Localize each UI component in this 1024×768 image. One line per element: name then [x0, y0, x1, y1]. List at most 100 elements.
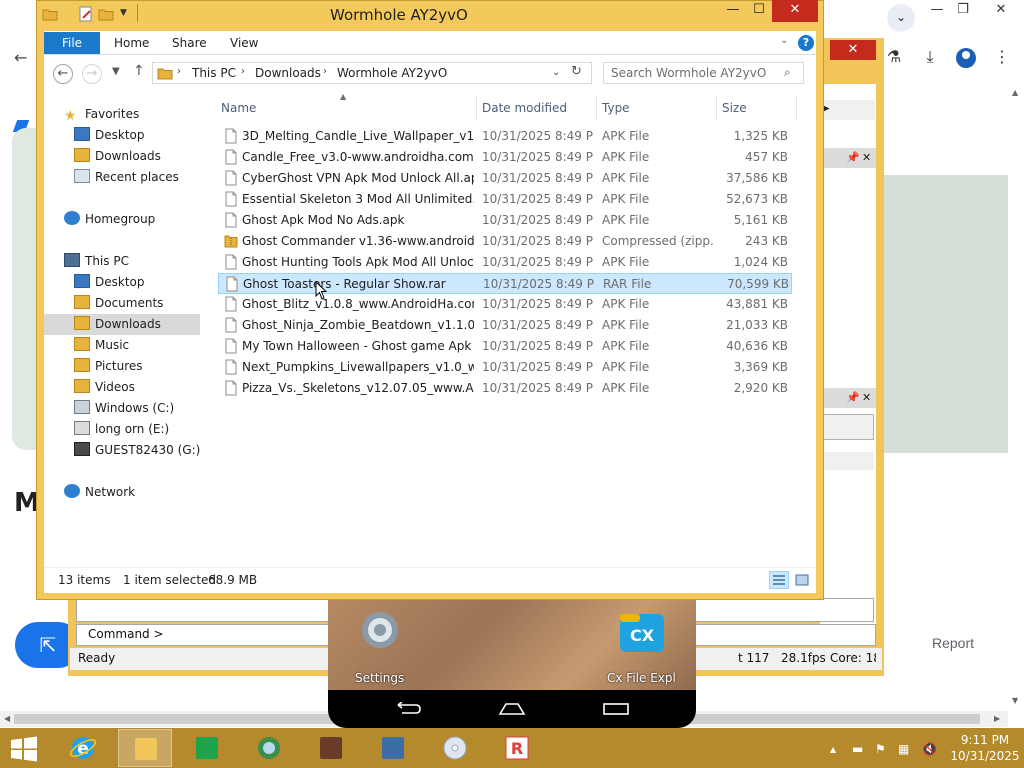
taskbar-button[interactable] [180, 729, 234, 767]
profile-avatar[interactable] [956, 48, 976, 68]
file-row[interactable]: Ghost Toasters - Regular Show.rar 10/31/2… [218, 273, 792, 294]
nav-pc-downloads[interactable]: Downloads [74, 314, 161, 334]
scroll-right-arrow[interactable]: ▶ [994, 714, 1000, 723]
file-row[interactable]: Essential Skeleton 3 Mod All Unlimited.a… [218, 189, 792, 210]
search-icon[interactable]: ⌕ [784, 65, 791, 80]
show-hidden-icons-icon[interactable]: ▲ [830, 745, 836, 754]
nav-pc-pictures[interactable]: Pictures [74, 356, 143, 376]
properties-icon[interactable] [78, 6, 94, 22]
up-button[interactable]: ↑ [133, 63, 145, 79]
taskbar-button[interactable] [242, 729, 296, 767]
file-row[interactable]: Ghost_Ninja_Zombie_Beatdown_v1.1.0_w... 1… [218, 315, 792, 336]
nav-drive-c[interactable]: Windows (C:) [74, 398, 174, 418]
pin-icon[interactable]: 📌 [846, 151, 860, 164]
file-row[interactable]: Ghost_Blitz_v1.0.8_www.AndroidHa.com....… [218, 294, 792, 315]
new-folder-icon[interactable] [98, 6, 114, 22]
taskbar-button[interactable] [366, 729, 420, 767]
breadcrumb-this-pc[interactable]: This PC [192, 66, 236, 80]
column-header-name[interactable]: Name [221, 98, 256, 118]
breadcrumb-downloads[interactable]: Downloads [255, 66, 321, 80]
taskbar-button[interactable]: R [490, 729, 544, 767]
nav-drive-g[interactable]: GUEST82430 (G:) [74, 440, 200, 460]
android-back-icon[interactable] [394, 702, 422, 716]
nav-drive-e[interactable]: long orn (E:) [74, 419, 169, 439]
nav-this-pc[interactable]: This PC [64, 251, 129, 271]
panel-close-icon[interactable]: ✕ [862, 151, 871, 164]
nav-pc-desktop[interactable]: Desktop [74, 272, 145, 292]
column-header-type[interactable]: Type [602, 98, 630, 118]
cx-file-explorer-icon[interactable]: CX [618, 608, 666, 656]
explorer-maximize-button[interactable]: ☐ [742, 0, 776, 22]
file-row[interactable]: Ghost Commander v1.36-www.androidh... 10/… [218, 231, 792, 252]
nav-favorites[interactable]: ★ Favorites [64, 104, 139, 124]
android-recents-icon[interactable] [602, 702, 630, 716]
column-header-size[interactable]: Size [722, 98, 747, 118]
expand-ribbon-icon[interactable]: ⌄ [780, 35, 788, 46]
taskbar-button[interactable] [428, 729, 482, 767]
action-center-flag-icon[interactable]: ⚑ [875, 742, 886, 756]
panel-field[interactable] [822, 414, 874, 440]
taskbar-button[interactable] [118, 729, 172, 767]
help-icon[interactable]: ? [798, 35, 814, 51]
file-row[interactable]: Ghost Apk Mod No Ads.apk 10/31/2025 8:49 … [218, 210, 792, 231]
panel-close-icon[interactable]: ✕ [862, 391, 871, 404]
breadcrumb-separator-icon[interactable]: › [241, 66, 245, 77]
nav-network[interactable]: Network [64, 482, 135, 502]
browser-close-button[interactable]: ✕ [984, 0, 1018, 22]
download-icon[interactable]: ⤓ [918, 45, 942, 69]
details-view-button[interactable] [769, 571, 789, 589]
network-status-icon[interactable]: ▦ [898, 742, 909, 756]
tab-search-button[interactable]: ⌄ [887, 4, 915, 32]
windows-start-icon[interactable] [10, 736, 38, 762]
column-header-date[interactable]: Date modified [482, 98, 567, 118]
nav-homegroup[interactable]: Homegroup [64, 209, 155, 229]
nav-favorites-desktop[interactable]: Desktop [74, 125, 145, 145]
nav-pc-music[interactable]: Music [74, 335, 129, 355]
explorer-close-button[interactable]: ✕ [772, 0, 818, 22]
tray-app-icon[interactable]: ▬ [852, 742, 863, 756]
scroll-left-arrow[interactable]: ◀ [4, 714, 10, 723]
large-icons-view-button[interactable] [792, 571, 812, 589]
browser-menu-icon[interactable]: ⋮ [990, 45, 1014, 69]
volume-muted-icon[interactable]: 🔇 [922, 742, 937, 756]
page-vertical-scrollbar[interactable] [1008, 86, 1024, 706]
tab-home[interactable]: Home [110, 32, 153, 54]
recent-locations-icon[interactable]: ▼ [112, 66, 120, 77]
system-clock[interactable]: 9:11 PM 10/31/2025 [950, 732, 1020, 764]
breadcrumb-separator-icon[interactable]: › [177, 66, 181, 77]
labs-flask-icon[interactable]: ⚗ [882, 45, 906, 69]
background-app-toolbar[interactable]: ➤ [821, 100, 875, 120]
scroll-up-arrow[interactable]: ▲ [1012, 88, 1018, 97]
nav-pc-videos[interactable]: Videos [74, 377, 135, 397]
forward-button[interactable]: → [82, 64, 102, 84]
back-button[interactable]: ← [53, 64, 73, 84]
nav-pc-documents[interactable]: Documents [74, 293, 163, 313]
file-row[interactable]: My Town Halloween - Ghost game Apk ... 10… [218, 336, 792, 357]
quick-access-dropdown-icon[interactable]: ▼ [120, 8, 127, 18]
settings-gear-icon[interactable] [356, 606, 404, 654]
address-history-dropdown-icon[interactable]: ⌄ [552, 67, 560, 78]
browser-restore-button[interactable]: ❐ [946, 0, 980, 22]
report-link[interactable]: Report [932, 635, 974, 651]
background-app-close-button[interactable]: ✕ [830, 40, 876, 60]
tab-view[interactable]: View [226, 32, 262, 54]
pin-icon[interactable]: 📌 [846, 391, 860, 404]
browser-back-icon[interactable]: ← [14, 48, 27, 67]
nav-favorites-recent[interactable]: Recent places [74, 167, 179, 187]
scroll-down-arrow[interactable]: ▼ [1012, 696, 1018, 705]
file-row[interactable]: Candle_Free_v3.0-www.androidha.com.a... 1… [218, 147, 792, 168]
file-row[interactable]: 3D_Melting_Candle_Live_Wallpaper_v1.5-..… [218, 126, 792, 147]
file-row[interactable]: Pizza_Vs._Skeletons_v12.07.05_www.Andr..… [218, 378, 792, 399]
nav-favorites-downloads[interactable]: Downloads [74, 146, 161, 166]
taskbar-button[interactable] [304, 729, 358, 767]
breadcrumb-current-folder[interactable]: Wormhole AY2yvO [337, 66, 447, 80]
file-row[interactable]: Next_Pumpkins_Livewallpapers_v1.0_ww... 1… [218, 357, 792, 378]
taskbar-button[interactable]: e [56, 729, 110, 767]
breadcrumb-separator-icon[interactable]: › [323, 66, 327, 77]
tab-share[interactable]: Share [168, 32, 211, 54]
refresh-icon[interactable]: ↻ [571, 64, 582, 79]
android-home-icon[interactable] [498, 702, 526, 716]
tab-file[interactable]: File [44, 32, 100, 54]
file-row[interactable]: Ghost Hunting Tools Apk Mod All Unloc...… [218, 252, 792, 273]
file-row[interactable]: CyberGhost VPN Apk Mod Unlock All.apk 10/… [218, 168, 792, 189]
